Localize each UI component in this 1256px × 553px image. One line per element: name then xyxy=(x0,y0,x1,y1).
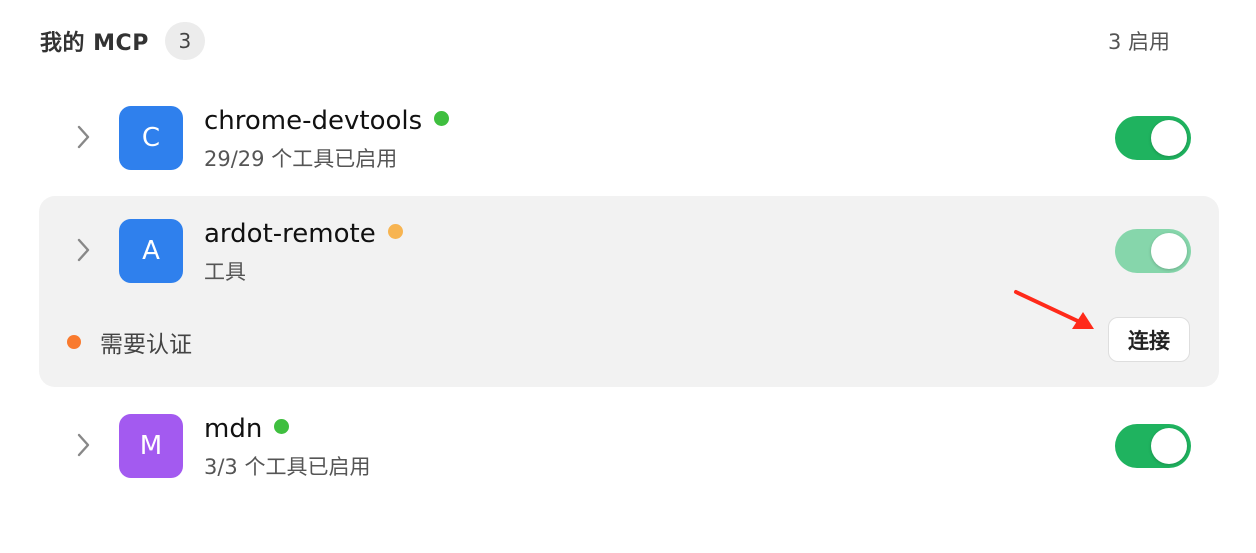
server-name: ardot-remote xyxy=(204,219,376,249)
enable-toggle[interactable] xyxy=(1115,116,1191,160)
server-subtitle: 3/3 个工具已启用 xyxy=(204,455,371,479)
toggle-knob xyxy=(1151,120,1187,156)
toggle-knob xyxy=(1151,428,1187,464)
mcp-server-row-mdn[interactable]: M mdn 3/3 个工具已启用 xyxy=(39,391,1219,501)
status-dot xyxy=(387,223,403,239)
toggle-knob xyxy=(1151,233,1187,269)
server-avatar: A xyxy=(119,219,183,283)
annotation-arrow xyxy=(1014,290,1094,329)
count-badge: 3 xyxy=(164,22,205,60)
enable-toggle[interactable] xyxy=(1115,424,1191,468)
server-avatar: C xyxy=(119,106,183,170)
server-subtitle: 29/29 个工具已启用 xyxy=(204,147,398,171)
status-dot xyxy=(274,418,290,434)
server-subtitle: 工具 xyxy=(204,260,246,284)
chevron-right-icon[interactable] xyxy=(76,123,92,151)
mcp-header: 我的 MCP 3 3 启用 xyxy=(40,22,1170,60)
server-avatar: M xyxy=(119,414,183,478)
page-title: 我的 MCP xyxy=(40,31,149,56)
enabled-summary: 3 启用 xyxy=(1107,30,1170,54)
mcp-server-row-chrome-devtools[interactable]: C chrome-devtools 29/29 个工具已启用 xyxy=(39,83,1219,193)
chevron-right-icon[interactable] xyxy=(76,236,92,264)
auth-status-text: 需要认证 xyxy=(100,332,192,358)
chevron-right-icon[interactable] xyxy=(76,431,92,459)
auth-status-dot xyxy=(67,335,81,349)
connect-button[interactable]: 连接 xyxy=(1108,317,1190,362)
status-dot xyxy=(434,110,450,126)
enable-toggle[interactable] xyxy=(1115,229,1191,273)
server-name: chrome-devtools xyxy=(204,106,423,136)
auth-status: 需要认证 xyxy=(67,325,192,359)
server-name: mdn xyxy=(204,414,263,444)
